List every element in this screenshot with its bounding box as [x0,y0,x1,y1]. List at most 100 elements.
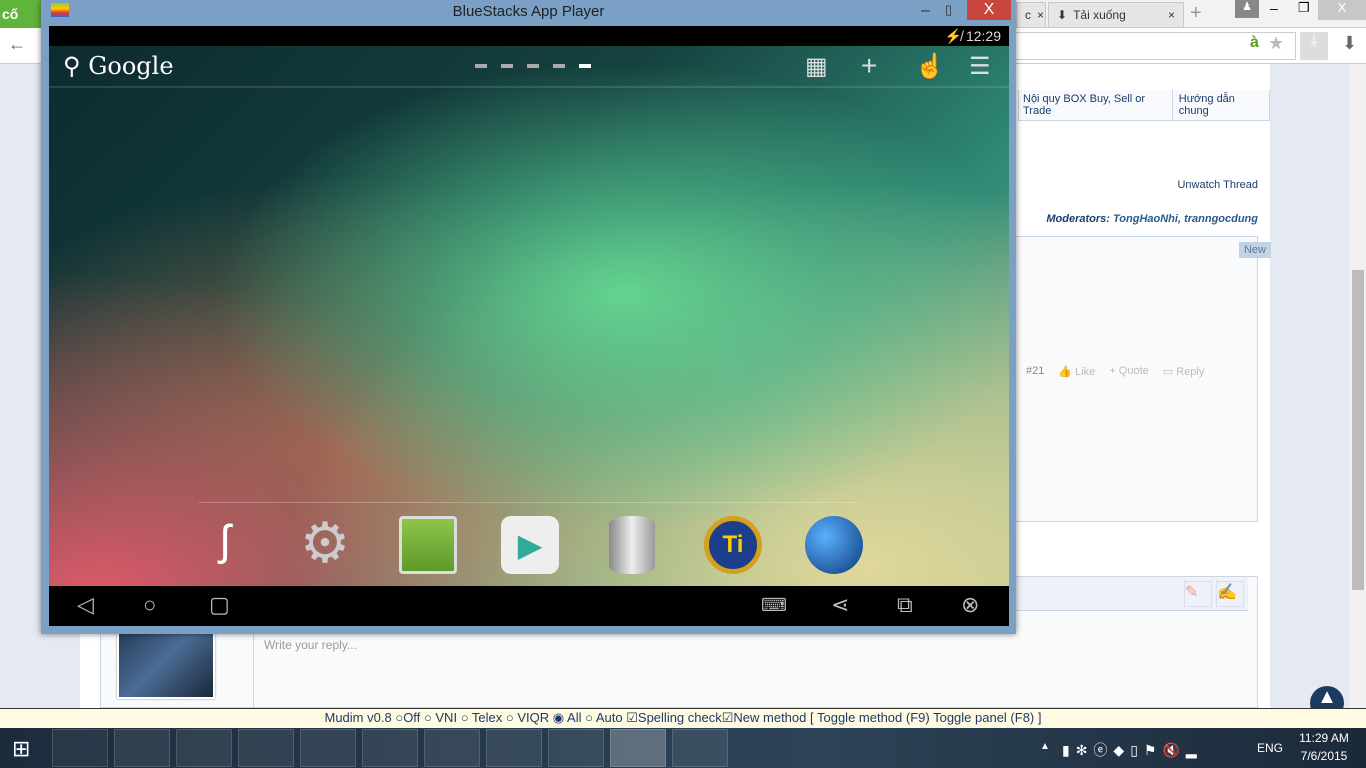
new-method-checkbox[interactable]: ☑New method [722,710,807,725]
taskbar-yahoo-icon[interactable] [548,729,604,767]
tab-label: c [1025,8,1031,22]
post-number[interactable]: #21 [1026,365,1044,378]
radio-off[interactable]: ○Off [395,710,420,725]
quote-button[interactable]: + Quote [1109,365,1148,378]
title-bar[interactable]: BlueStacks App Player [41,0,1016,26]
system-tray-icons[interactable]: ▮✻ⓔ◆▯⚑🔇▂ [1062,740,1203,760]
unwatch-thread-link[interactable]: Unwatch Thread [1177,179,1258,191]
spelling-check-checkbox[interactable]: ☑Spelling check [626,710,721,725]
app-grid-icon[interactable]: ▦ [805,52,828,81]
tab-guide[interactable]: Hướng dẫn chung [1173,90,1269,120]
date: 7/6/2015 [1300,749,1348,763]
radio-auto[interactable]: ○ Auto [585,710,623,725]
windows-taskbar: ⊞ ▲ ▮✻ⓔ◆▯⚑🔇▂ ENG 11:29 AM 7/6/2015 [0,728,1366,768]
thumbs-up-icon: 👍 [1058,366,1073,378]
dock-app-play-store[interactable]: ▶ [501,516,559,574]
start-windows-icon[interactable]: ⊞ [12,736,30,762]
show-hidden-icons[interactable]: ▲ [1040,741,1050,752]
reply-button[interactable]: ▭ Reply [1163,365,1205,378]
maximize-button[interactable]: ▯ [945,2,952,18]
dock-divider [199,502,859,503]
rotate-screen-icon[interactable]: ⧉ [897,592,913,618]
tab-label: Tải xuống [1073,8,1126,22]
dock-app-android[interactable] [399,516,457,574]
status-bar: ⚡̸ 12:29 [49,26,1009,46]
like-label: Like [1075,366,1096,378]
taskbar-app-icon[interactable] [176,729,232,767]
taskbar-notepad-icon[interactable] [238,729,294,767]
download-icon[interactable]: ⬇ [1342,33,1357,54]
browser-tab-downloads[interactable]: ⬇ Tải xuống × [1048,2,1184,28]
share-icon[interactable]: ⋖ [831,592,849,618]
close-window-button[interactable]: X [1318,0,1366,20]
time: 11:29 AM [1299,731,1349,745]
search-icon: ⚲ [63,52,81,80]
bluestacks-logo-icon [51,3,69,17]
moderators-label: Moderators: [1046,213,1110,225]
clock: 12:29 [965,28,1001,44]
forum-tabs: Nội quy BOX Buy, Sell or Trade Hướng dẫn… [1018,90,1270,121]
taskbar-file-explorer-icon[interactable] [52,729,108,767]
close-button[interactable]: X [967,0,1011,20]
bluestacks-window: BlueStacks App Player – ▯ X ⚡̸ 12:29 ⚲ G… [41,0,1016,634]
clock[interactable]: 11:29 AM 7/6/2015 [1296,731,1352,763]
keyboard-icon[interactable]: ⌨ [761,595,787,616]
radio-vni[interactable]: ○ VNI [424,710,457,725]
star-icon[interactable]: ★ [1268,33,1284,54]
taskbar-leaf-icon[interactable] [362,729,418,767]
reply-label: Reply [1176,366,1205,378]
add-icon[interactable]: + [861,50,877,82]
minimize-button[interactable]: – [1270,0,1278,16]
dock-app-settings-gear-icon[interactable]: ⚙ [296,515,354,574]
taskbar-monitor-icon[interactable] [300,729,356,767]
close-icon[interactable]: × [1037,8,1044,22]
dock-app-globe[interactable] [805,516,863,574]
download-icon: ⬇ [1057,8,1068,22]
close-icon[interactable]: × [1168,8,1175,22]
dock-app-titanium-backup[interactable]: Ti [704,516,762,574]
window-title: BlueStacks App Player [452,3,605,20]
dock-app-database[interactable] [609,516,655,574]
eraser-icon[interactable]: ✎ [1184,581,1212,607]
recents-icon[interactable]: ▢ [209,592,230,618]
back-arrow-icon[interactable]: ← [8,34,26,55]
taskbar-bluestacks-icon[interactable] [610,729,666,767]
dock-app-sketch[interactable]: ʃ [196,516,254,574]
browser-tab-active[interactable]: cố [0,0,42,28]
close-app-icon[interactable]: ⊗ [961,592,979,618]
signature-icon[interactable]: ✍ [1216,581,1244,607]
taskbar-performance-icon[interactable] [424,729,480,767]
taskbar-coccoc-icon[interactable] [114,729,170,767]
language-indicator[interactable]: ENG [1257,741,1283,755]
toggle-shortcuts[interactable]: [ Toggle method (F9) Toggle panel (F8) ] [810,710,1041,725]
reply-input[interactable]: Write your reply... [264,638,357,652]
page-scrollbar[interactable] [1350,64,1366,708]
post-box: New #21 👍 Like + Quote ▭ Reply [1016,236,1271,522]
minimize-button[interactable]: – [921,2,930,20]
home-icon[interactable]: ○ [143,592,156,618]
page-indicator[interactable] [475,64,591,68]
browser-tab-partial[interactable]: c × [1016,2,1046,28]
extension-icon[interactable]: à [1250,34,1259,52]
user-icon[interactable]: ♟ [1235,0,1259,18]
tab-rules[interactable]: Nội quy BOX Buy, Sell or Trade [1019,90,1173,120]
google-search[interactable]: ⚲ Google [63,52,174,80]
new-tab-button[interactable]: + [1190,2,1202,25]
taskbar-tree-icon[interactable] [486,729,542,767]
no-signal-icon: ⚡̸ [944,28,963,44]
menu-list-icon[interactable]: ☰ [969,52,991,81]
hand-pointer-icon[interactable]: ☝ [915,52,945,81]
moderators-list[interactable]: TongHaoNhi, tranngocdung [1113,213,1258,225]
radio-telex[interactable]: ○ Telex [461,710,503,725]
tab-label: cố [2,6,19,22]
like-button[interactable]: 👍 Like [1058,365,1095,378]
android-nav-bar: ◁ ○ ▢ ⌨ ⋖ ⧉ ⊗ [49,586,1009,626]
taskbar-winrar-icon[interactable] [672,729,728,767]
radio-all[interactable]: ◉ All [553,710,582,725]
mudim-title: Mudim v0.8 [324,710,392,725]
back-icon[interactable]: ◁ [77,592,94,618]
scrollbar-thumb[interactable] [1352,270,1364,590]
restore-button[interactable]: ❐ [1298,0,1310,16]
radio-viqr[interactable]: ○ VIQR [506,710,549,725]
save-page-icon[interactable]: ⤓ [1300,32,1328,60]
